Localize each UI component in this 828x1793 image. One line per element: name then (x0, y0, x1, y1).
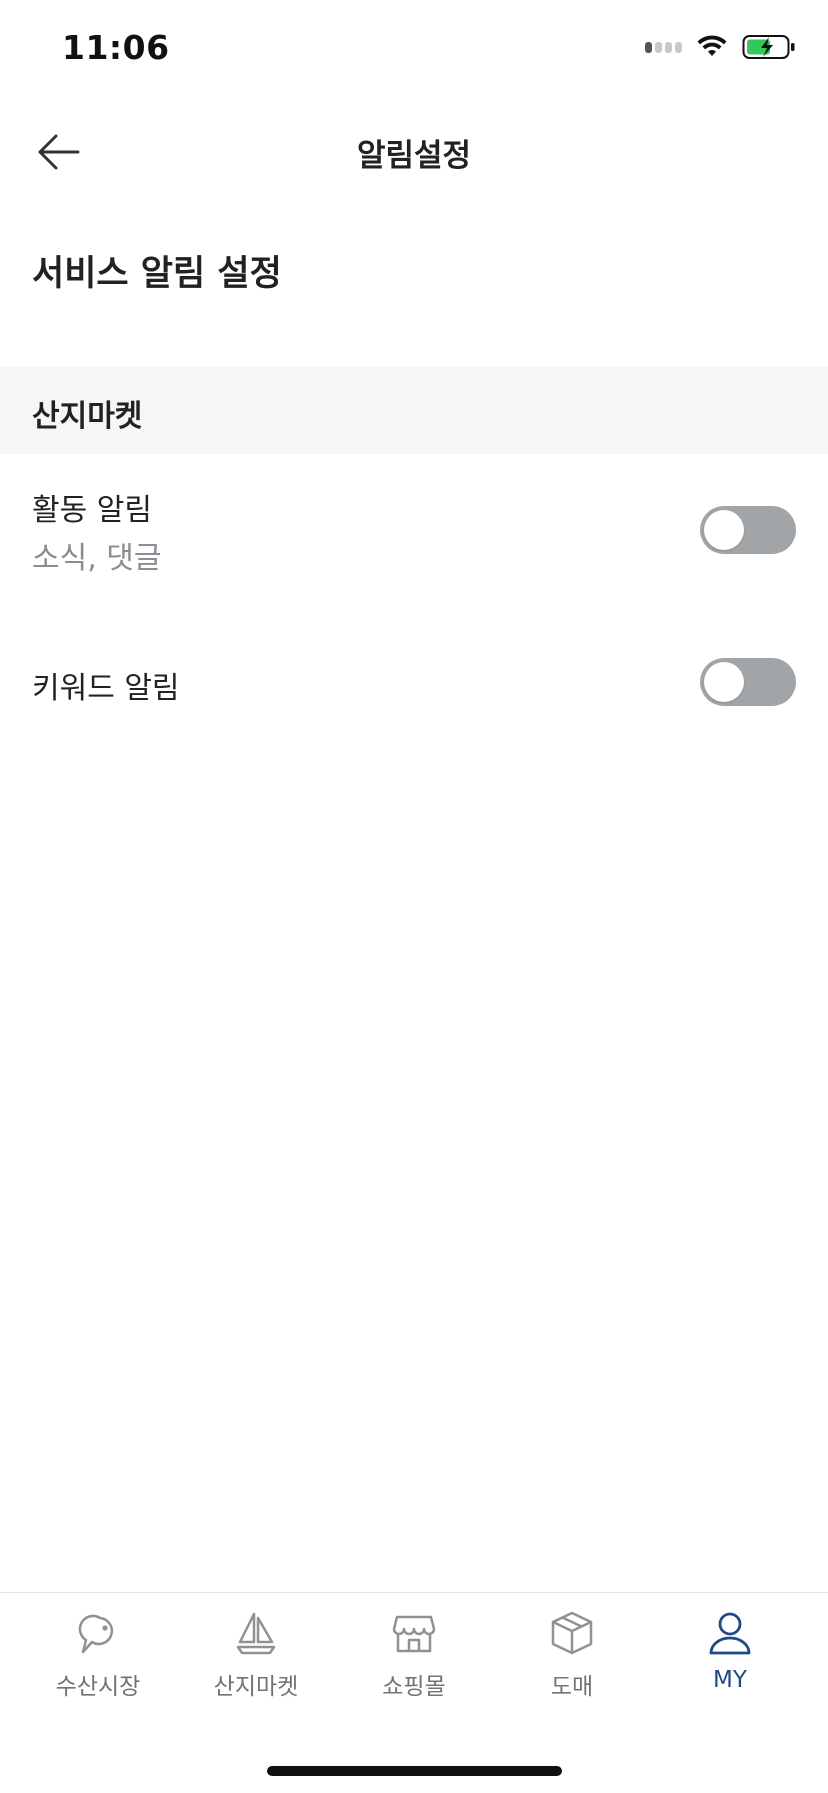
activity-toggle[interactable] (700, 506, 796, 554)
toggle-knob (704, 662, 744, 702)
tab-label: 도매 (550, 1674, 594, 1700)
person-icon (709, 1612, 751, 1655)
fish-icon (78, 1614, 114, 1654)
tab-label: 쇼핑몰 (382, 1674, 446, 1700)
keyword-toggle[interactable] (700, 658, 796, 706)
setting-row-activity: 활동 알림 소식, 댓글 (0, 454, 828, 594)
tab-label: 산지마켓 (213, 1674, 299, 1700)
tab-fish-market[interactable]: 수산시장 (19, 1609, 177, 1719)
battery-charging-icon (742, 35, 795, 59)
bottom-tab-bar: 수산시장 산지마켓 쇼핑몰 도매 MY (0, 1592, 828, 1793)
store-icon (392, 1615, 436, 1653)
tab-wholesale[interactable]: 도매 (493, 1609, 651, 1719)
toggle-knob (704, 510, 744, 550)
group-title: 산지마켓 (32, 399, 143, 434)
status-icons (645, 34, 796, 60)
tab-origin-market[interactable]: 산지마켓 (177, 1609, 335, 1719)
cellular-signal-icon (645, 41, 682, 53)
status-time: 11:06 (62, 28, 170, 67)
status-bar: 11:06 (0, 0, 828, 100)
tab-shopping-mall[interactable]: 쇼핑몰 (335, 1609, 493, 1719)
tab-my[interactable]: MY (651, 1609, 809, 1719)
tab-label: MY (713, 1667, 747, 1693)
page-title: 알림설정 (356, 138, 472, 174)
wifi-icon (697, 35, 727, 56)
nav-header: 알림설정 (0, 100, 828, 204)
home-indicator (267, 1766, 562, 1776)
setting-row-keyword: 키워드 알림 (0, 630, 828, 734)
group-header: 산지마켓 (0, 367, 828, 454)
setting-sublabel-activity: 소식, 댓글 (32, 541, 162, 576)
section-title: 서비스 알림 설정 (32, 254, 282, 294)
setting-label-keyword: 키워드 알림 (32, 671, 180, 706)
setting-label-activity: 활동 알림 (32, 493, 152, 528)
tab-label: 수산시장 (55, 1674, 141, 1700)
box-icon (551, 1611, 593, 1655)
sailboat-icon (236, 1612, 276, 1655)
